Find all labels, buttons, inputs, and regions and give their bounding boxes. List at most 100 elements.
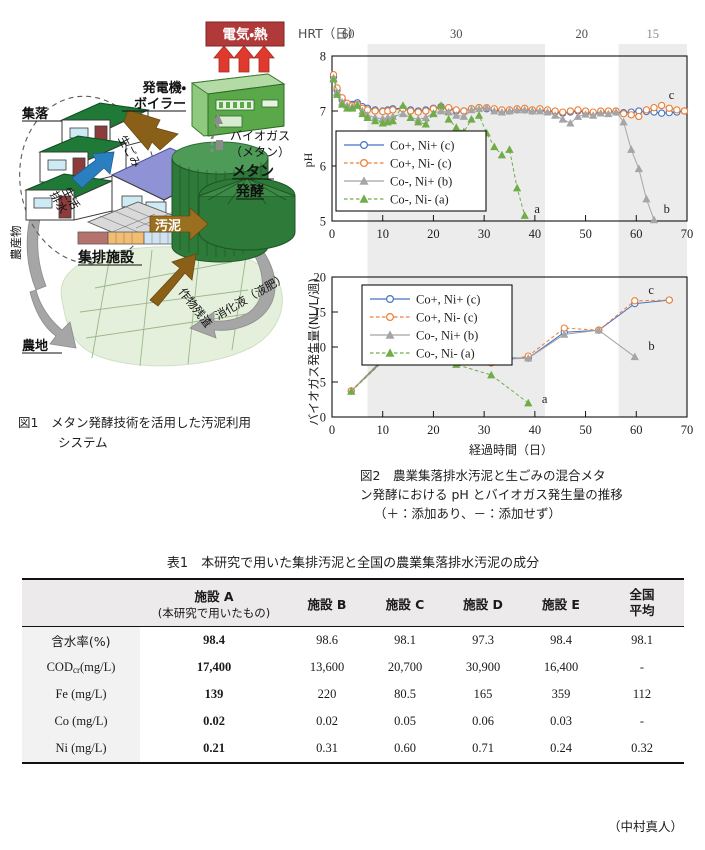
ph-annotation-a: a xyxy=(534,202,540,216)
row-label-0: 含水率(%) xyxy=(22,626,140,654)
cell-1-2: 20,700 xyxy=(387,660,423,674)
legend-marker-1 xyxy=(385,313,394,322)
series-marker-1 xyxy=(627,111,635,119)
cell-3-4: 0.03 xyxy=(550,714,572,728)
credit-line: （中村真人） xyxy=(607,819,683,834)
cell-3-2: 0.05 xyxy=(394,714,416,728)
legend-marker-0 xyxy=(385,295,394,304)
row-label-2: Fe (mg/L) xyxy=(22,681,140,708)
table-row: Co (mg/L) 0.02 0.02 0.05 0.06 0.03 - xyxy=(22,708,684,735)
label-sludge: 汚泥 xyxy=(155,218,181,234)
col-header-6-main: 全国 xyxy=(629,587,655,602)
cell-1-1: 13,600 xyxy=(309,660,345,674)
figure-2-caption-line1: 図2 農業集落排水汚泥と生ごみの混合メタ xyxy=(360,468,606,483)
hrt-band-label-15: 15 xyxy=(647,27,660,41)
label-biogas-line1: バイオガス xyxy=(230,129,290,143)
table-1-caption: 表1 本研究で用いた集排汚泥と全国の農業集落排水汚泥の成分 xyxy=(166,556,540,571)
row-label-1-subscript: cr xyxy=(72,665,80,675)
label-electricity-heat: 電気・熱 xyxy=(222,26,268,43)
cell-1-3: 30,900 xyxy=(465,660,501,674)
cell-0-4: 98.4 xyxy=(550,633,572,647)
label-village: 集落 xyxy=(21,106,49,122)
hrt-band-label-60: 60 xyxy=(342,27,355,41)
legend-marker-0 xyxy=(359,140,368,149)
table-col-header-4: 施設 D xyxy=(444,579,522,627)
series-marker-1 xyxy=(680,107,689,115)
hrt-band-label-30: 30 xyxy=(450,27,463,41)
x-tick-label: 40 xyxy=(529,227,542,241)
x-tick-label: 30 xyxy=(478,423,491,437)
hrt-band-15 xyxy=(618,44,687,417)
col-header-1-main: 施設 A xyxy=(194,588,234,604)
y-tick-label: 5 xyxy=(320,215,326,229)
figure-1-diagram: 電気・熱 発電機・ ボイラー バイオガス （メタン） メタン 発酵 集落 生ごみ… xyxy=(0,0,330,470)
gas-annotation-a: a xyxy=(542,392,548,406)
cell-0-2: 98.1 xyxy=(394,633,416,647)
y-tick-label: 8 xyxy=(320,50,326,64)
series-marker-1 xyxy=(559,108,567,116)
figure-1-caption-line1: 図1 メタン発酵技術を活用した汚泥利用 xyxy=(18,415,251,430)
table-row: Ni (mg/L) 0.21 0.31 0.60 0.71 0.24 0.32 xyxy=(22,735,684,763)
figure-2-charts: HRT（日） 60 30 20 15 5 6 7 8 0 10 20 30 40 50 60 70 0 5 10… xyxy=(296,22,705,462)
cell-2-0: 139 xyxy=(204,687,224,701)
generator-boiler xyxy=(190,73,286,137)
cell-3-0: 0.02 xyxy=(203,714,225,728)
series-marker-1 xyxy=(389,106,397,114)
cell-3-5: - xyxy=(639,714,645,728)
cell-0-1: 98.6 xyxy=(316,633,338,647)
cell-4-4: 0.24 xyxy=(550,741,572,755)
cell-4-5: 0.32 xyxy=(631,741,653,755)
legend-label-0: Co+, Ni+ (c) xyxy=(390,139,454,153)
legend-label-0: Co+, Ni+ (c) xyxy=(416,293,480,307)
label-facility: 集排施設 xyxy=(77,249,135,266)
table-row: CODcr(mg/L) 17,400 13,600 20,700 30,900 … xyxy=(22,654,684,681)
table-row: 含水率(%) 98.4 98.6 98.1 97.3 98.4 98.1 xyxy=(22,626,684,654)
cell-3-1: 0.02 xyxy=(316,714,338,728)
legend-label-1: Co+, Ni- (c) xyxy=(390,157,452,171)
row-label-3: Co (mg/L) xyxy=(22,708,140,735)
legend-marker-1 xyxy=(359,159,368,168)
gas-annotation-b: b xyxy=(648,339,654,353)
legend-label-3: Co-, Ni- (a) xyxy=(390,193,449,207)
series-marker-1 xyxy=(650,104,658,112)
cell-0-3: 97.3 xyxy=(472,633,494,647)
table-col-header-2: 施設 B xyxy=(288,579,366,627)
label-methane-line1: メタン xyxy=(232,164,274,180)
cell-3-3: 0.06 xyxy=(472,714,494,728)
biogas-x-axis-title: 経過時間（日） xyxy=(469,443,553,457)
cell-4-1: 0.31 xyxy=(316,741,338,755)
figure-2-caption-line2: ン発酵における pH とバイオガス発生量の推移 xyxy=(360,487,623,502)
cell-2-1: 220 xyxy=(317,687,337,701)
cell-2-4: 359 xyxy=(551,687,571,701)
x-tick-label: 70 xyxy=(681,423,694,437)
cell-1-0: 17,400 xyxy=(196,660,232,674)
table-1-section: 表1 本研究で用いた集排汚泥と全国の農業集落排水汚泥の成分 施設 A (本研究で… xyxy=(22,552,684,764)
legend-label-2: Co-, Ni+ (b) xyxy=(390,175,452,189)
x-tick-label: 70 xyxy=(681,227,694,241)
series-marker-1 xyxy=(657,101,666,110)
figure-2-caption: 図2 農業集落排水汚泥と生ごみの混合メタ ン発酵における pH とバイオガス発生… xyxy=(360,466,700,523)
table-col-header-0 xyxy=(22,579,140,627)
series-marker-1 xyxy=(673,106,681,114)
table-1: 施設 A (本研究で用いたもの) 施設 B 施設 C 施設 D 施設 E 全国 … xyxy=(22,578,684,764)
table-1-head: 施設 A (本研究で用いたもの) 施設 B 施設 C 施設 D 施設 E 全国 … xyxy=(22,579,684,627)
cell-2-2: 80.5 xyxy=(394,687,416,701)
cell-4-2: 0.60 xyxy=(394,741,416,755)
series-marker-1 xyxy=(574,106,582,114)
cell-2-3: 165 xyxy=(473,687,493,701)
table-col-header-3: 施設 C xyxy=(366,579,444,627)
figure-1-caption: 図1 メタン発酵技術を活用した汚泥利用 システム xyxy=(18,413,318,452)
series-marker-1 xyxy=(619,110,628,118)
legend-label-3: Co-, Ni- (a) xyxy=(416,347,475,361)
label-generator-line2: ボイラー xyxy=(134,96,186,112)
series-marker-1 xyxy=(406,107,415,115)
x-tick-label: 50 xyxy=(579,227,592,241)
row-label-1-text: COD xyxy=(46,660,73,674)
label-farmland: 農地 xyxy=(22,338,48,354)
table-col-header-6: 全国 平均 xyxy=(600,579,684,627)
x-tick-label: 50 xyxy=(579,423,592,437)
ph-annotation-b: b xyxy=(664,202,670,216)
label-biogas-line2: （メタン） xyxy=(230,145,290,159)
series-marker-2 xyxy=(558,115,567,123)
x-tick-label: 60 xyxy=(630,423,643,437)
